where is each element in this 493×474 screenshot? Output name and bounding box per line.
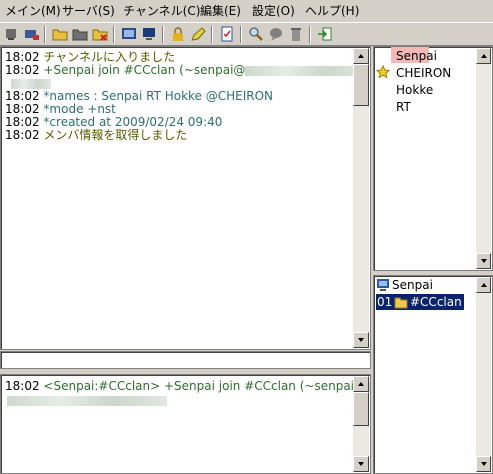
connect-icon[interactable] [24, 26, 40, 42]
trash-icon[interactable] [288, 26, 304, 42]
lock-icon[interactable] [170, 26, 186, 42]
menu-bar: メイン(M) サーバ(S) チャンネル(C) 編集(E) 設定(O) ヘルプ(H… [0, 0, 493, 22]
tree-server-senpai[interactable]: Senpai [392, 278, 433, 292]
console-scroll-thumb[interactable] [353, 392, 369, 426]
tree-channel-row[interactable]: 01 #CCclan [376, 294, 464, 310]
menu-server[interactable]: サーバ(S) [62, 4, 115, 18]
console-log-pane[interactable]: 18:02 <Senpai:#CCclan> +Senpai join #CCc… [0, 374, 371, 474]
nick-scroll-up-button[interactable] [476, 48, 491, 64]
toolbar [0, 22, 493, 46]
pencil-icon[interactable] [190, 26, 206, 42]
search-icon[interactable] [248, 26, 264, 42]
nick-item-hokke[interactable]: Hokke [396, 83, 433, 97]
chat-bubble-icon[interactable] [268, 26, 284, 42]
menu-help[interactable]: ヘルプ(H) [305, 4, 359, 18]
channel-log-pane[interactable]: 18:02 チャンネルに入りました 18:02 +Senpai join #CC… [0, 46, 371, 350]
channel-folder-icon [394, 297, 408, 309]
server-window-icon[interactable] [121, 26, 137, 42]
tree-channel-index: 01 [377, 295, 393, 309]
scroll-down-button[interactable] [353, 332, 369, 348]
console-scrollbar[interactable] [353, 376, 369, 472]
monitor-icon[interactable] [141, 26, 157, 42]
nick-list-pane: Senpai CHEIRON Hokke RT [373, 46, 493, 271]
channel-log-scrollbar[interactable] [353, 48, 369, 348]
menu-channel[interactable]: チャンネル(C) [123, 4, 200, 18]
menu-edit[interactable]: 編集(E) [200, 4, 241, 18]
op-star-icon [376, 65, 390, 79]
nick-list-scrollbar[interactable] [476, 48, 491, 269]
log-line-7: 18:02 メンバ情報を取得しました [5, 128, 188, 142]
scroll-up-button[interactable] [353, 48, 369, 64]
console-scroll-up-button[interactable] [353, 376, 369, 392]
nick-scroll-down-button[interactable] [476, 253, 491, 269]
exit-icon[interactable] [317, 26, 333, 42]
tree-scroll-up-button[interactable] [476, 277, 491, 293]
open-folder-icon[interactable] [52, 26, 68, 42]
tree-scrollbar[interactable] [476, 277, 491, 472]
scroll-thumb[interactable] [353, 64, 369, 106]
server-list-icon[interactable] [4, 26, 20, 42]
menu-main[interactable]: メイン(M) [5, 4, 61, 18]
message-input[interactable] [0, 351, 371, 369]
menu-settings[interactable]: 設定(O) [252, 4, 295, 18]
console-scroll-down-button[interactable] [353, 456, 369, 472]
server-monitor-icon [377, 279, 389, 291]
folder-dark-icon[interactable] [72, 26, 88, 42]
channel-tree-pane: Senpai 01 #CCclan [373, 275, 493, 474]
console-line-2 [5, 394, 167, 407]
tree-scroll-down-button[interactable] [476, 456, 491, 472]
console-line-1: 18:02 <Senpai:#CCclan> +Senpai join #CCc… [5, 380, 370, 393]
nick-item-rt[interactable]: RT [396, 100, 411, 114]
folder-close-icon[interactable] [92, 26, 108, 42]
nick-item-cheiron[interactable]: CHEIRON [396, 66, 451, 80]
log-line-2: 18:02 +Senpai join #CCclan (~senpai@ [5, 64, 368, 77]
tree-channel-name: #CCclan [410, 295, 462, 309]
nick-item-senpai[interactable]: Senpai [396, 49, 437, 63]
checklist-icon[interactable] [219, 26, 235, 42]
